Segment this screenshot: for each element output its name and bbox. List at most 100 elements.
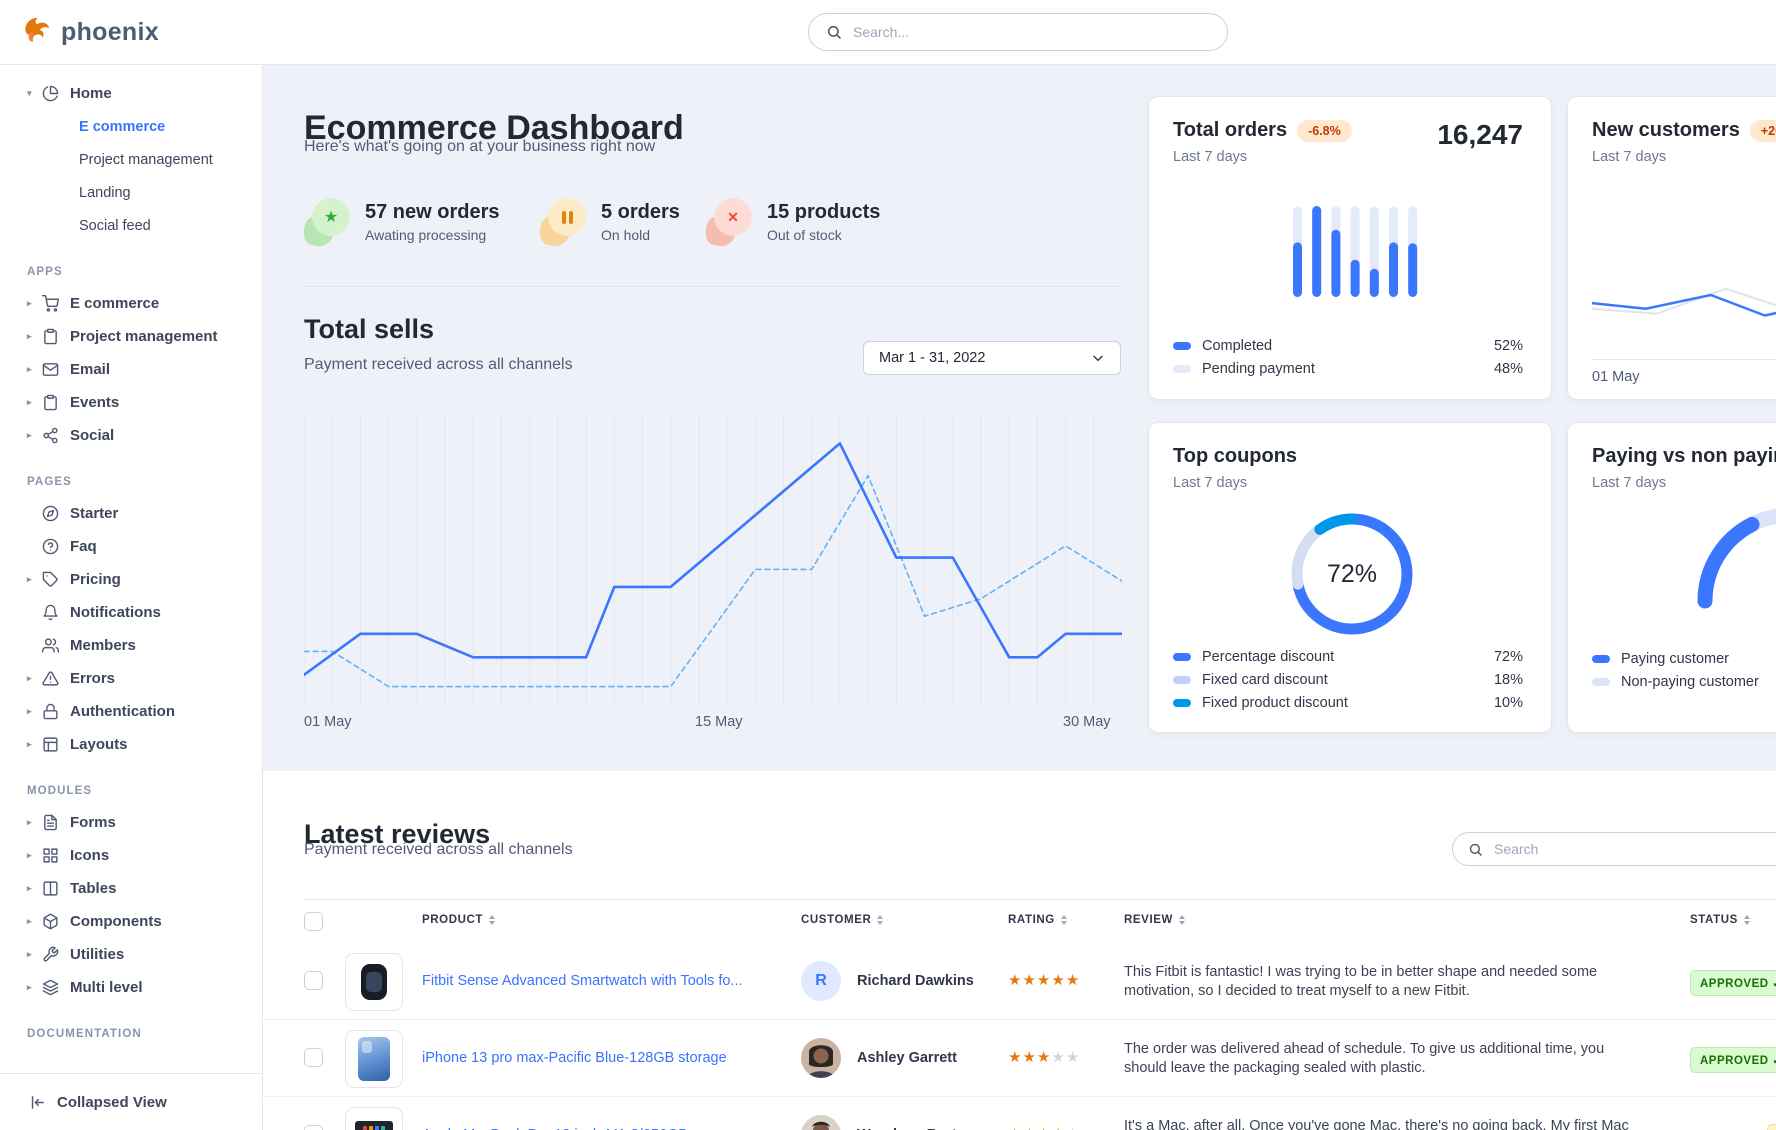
sidebar-item-faq[interactable]: Faq	[0, 530, 262, 563]
column-header-review[interactable]: REVIEW	[1124, 914, 1185, 926]
sidebar-item-project-management[interactable]: ▸Project management	[0, 320, 262, 353]
change-badge: +26.5%	[1750, 120, 1776, 142]
sidebar-item-landing[interactable]: Landing	[0, 176, 262, 209]
brand-name: phoenix	[61, 18, 159, 47]
product-link[interactable]: iPhone 13 pro max-Pacific Blue-128GB sto…	[422, 1050, 727, 1066]
date-range-select[interactable]: Mar 1 - 31, 2022	[863, 341, 1121, 375]
caret-right-icon: ▸	[27, 883, 42, 894]
column-header-customer[interactable]: CUSTOMER	[801, 914, 883, 926]
row-checkbox[interactable]	[304, 1048, 323, 1067]
sidebar-item-label: Email	[70, 361, 110, 378]
tag-icon	[42, 571, 59, 588]
row-checkbox[interactable]	[304, 971, 323, 990]
layout-icon	[42, 736, 59, 753]
caret-right-icon: ▸	[27, 364, 42, 375]
column-header-label: CUSTOMER	[801, 914, 871, 926]
sidebar-item-pricing[interactable]: ▸Pricing	[0, 563, 262, 596]
review-table-row: Apple MacBook Pro 13 inch-M1-8/256GB-...…	[263, 1097, 1776, 1130]
card-period: Last 7 days	[1173, 149, 1527, 165]
package-icon	[42, 913, 59, 930]
stat-value: 57 new orders	[365, 201, 500, 224]
sidebar-item-social-feed[interactable]: Social feed	[0, 209, 262, 242]
select-all-checkbox[interactable]	[304, 912, 323, 931]
sidebar-item-components[interactable]: ▸Components	[0, 905, 262, 938]
sidebar-item-icons[interactable]: ▸ Icons	[0, 839, 262, 872]
sidebar-item-label: Forms	[70, 814, 116, 831]
product-image-phone[interactable]	[345, 1030, 403, 1088]
sidebar-section-title: DOCUMENTATION	[0, 1004, 262, 1049]
reviews-search-input[interactable]: Search	[1452, 832, 1776, 866]
sidebar-section-title: APPS	[0, 242, 262, 287]
caret-right-icon: ▸	[27, 706, 42, 717]
sidebar-item-utilities[interactable]: ▸Utilities	[0, 938, 262, 971]
product-image-watch[interactable]	[345, 953, 403, 1011]
sidebar-item-members[interactable]: Members	[0, 629, 262, 662]
sidebar-item-label: Pricing	[70, 571, 121, 588]
global-search-input[interactable]: Search...	[808, 13, 1228, 51]
caret-right-icon: ▸	[27, 982, 42, 993]
review-table-row: Fitbit Sense Advanced Smartwatch with To…	[263, 943, 1776, 1020]
alert-triangle-icon	[42, 670, 59, 687]
customer-avatar: R	[801, 961, 841, 1001]
row-checkbox[interactable]	[304, 1125, 323, 1130]
change-badge: -6.8%	[1297, 120, 1352, 142]
sidebar-item-notifications[interactable]: Notifications	[0, 596, 262, 629]
column-header-status[interactable]: STATUS	[1690, 914, 1750, 926]
sidebar-item-e-commerce[interactable]: ▸E commerce	[0, 287, 262, 320]
sidebar-item-social[interactable]: ▸Social	[0, 419, 262, 452]
product-link[interactable]: Fitbit Sense Advanced Smartwatch with To…	[422, 973, 743, 989]
legend-swatch	[1173, 365, 1191, 373]
phoenix-logo-icon	[22, 15, 52, 50]
page-subtitle: Here's what's going on at your business …	[304, 138, 655, 156]
legend-swatch	[1173, 699, 1191, 707]
sidebar-item-label: Errors	[70, 670, 115, 687]
column-header-product[interactable]: PRODUCT	[422, 914, 495, 926]
sidebar-item-errors[interactable]: ▸Errors	[0, 662, 262, 695]
caret-right-icon: ▸	[27, 817, 42, 828]
divider	[1592, 359, 1776, 360]
stat-label: On hold	[601, 227, 680, 243]
card-period: Last 7 days	[1173, 475, 1527, 491]
stat-out-of-stock: ✕15 productsOut of stock	[706, 198, 880, 246]
paying-vs-nonpaying-card: Paying vs non paying Last 7 days Paying …	[1567, 422, 1776, 733]
caret-right-icon: ▸	[27, 850, 42, 861]
sidebar-item-authentication[interactable]: ▸Authentication	[0, 695, 262, 728]
stat-awating-processing: ★57 new ordersAwating processing	[304, 198, 500, 246]
card-title: Top coupons	[1173, 445, 1297, 468]
sidebar-item-home[interactable]: ▾Home	[0, 77, 262, 110]
sidebar-item-label: Multi level	[70, 979, 143, 996]
sidebar-item-events[interactable]: ▸Events	[0, 386, 262, 419]
brand[interactable]: phoenix	[22, 15, 159, 50]
sidebar-item-tables[interactable]: ▸Tables	[0, 872, 262, 905]
sidebar-item-label: Icons	[70, 847, 109, 864]
sidebar-item-e-commerce[interactable]: E commerce	[0, 110, 262, 143]
sidebar-item-starter[interactable]: Starter	[0, 497, 262, 530]
sidebar-item-layouts[interactable]: ▸Layouts	[0, 728, 262, 761]
review-table-row: iPhone 13 pro max-Pacific Blue-128GB sto…	[263, 1020, 1776, 1097]
column-header-label: RATING	[1008, 914, 1055, 926]
sidebar-item-multi-level[interactable]: ▸ Multi level	[0, 971, 262, 1004]
product-image-laptop[interactable]	[345, 1107, 403, 1130]
sidebar-item-forms[interactable]: ▸ Forms	[0, 806, 262, 839]
sidebar-item-email[interactable]: ▸ Email	[0, 353, 262, 386]
paying-gauge-chart	[1641, 451, 1776, 621]
lock-icon	[42, 703, 59, 720]
collapse-sidebar-button[interactable]: Collapsed View	[0, 1073, 262, 1130]
rating-stars: ★★★★★	[1008, 971, 1080, 989]
stat-label: Out of stock	[767, 227, 880, 243]
legend-label: Pending payment	[1202, 361, 1315, 377]
sidebar-item-label: Utilities	[70, 946, 124, 963]
sidebar-item-label: Faq	[70, 538, 97, 555]
stat-bubble: ★	[312, 198, 350, 236]
orders-legend: Completed52%Pending payment48%	[1173, 334, 1523, 380]
review-text: It's a Mac, after all. Once you've gone …	[1124, 1117, 1629, 1130]
column-header-rating[interactable]: RATING	[1008, 914, 1067, 926]
legend-value: 52%	[1494, 338, 1523, 354]
stat-value: 15 products	[767, 201, 880, 224]
compass-icon	[42, 505, 59, 522]
sidebar-item-project-management[interactable]: Project management	[0, 143, 262, 176]
pause-stat-icon	[540, 198, 586, 246]
layers-icon	[42, 979, 59, 996]
customer-name: Ashley Garrett	[857, 1050, 957, 1066]
file-text-icon	[42, 814, 59, 831]
